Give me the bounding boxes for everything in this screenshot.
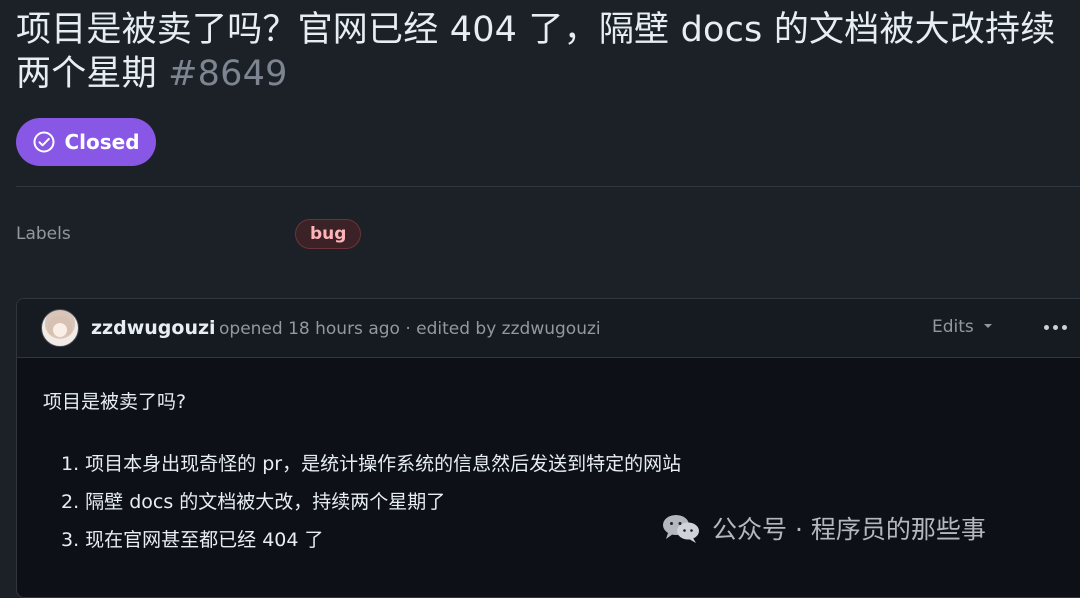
check-circle-icon [32, 130, 56, 154]
issue-number: #8649 [168, 54, 288, 94]
status-badge-label: Closed [64, 130, 140, 154]
more-dot-icon [1061, 324, 1067, 330]
watermark: 公众号 · 程序员的那些事 [660, 510, 986, 546]
comment-body-text: 项目是被卖了吗? [43, 391, 187, 413]
edits-menu-button[interactable]: Edits [932, 317, 994, 337]
list-item: 1. 项目本身出现奇怪的 pr，是统计操作系统的信息然后发送到特定的网站 [61, 453, 682, 475]
issue-comment: zzdwugouzi opened 18 hours ago · edited … [16, 298, 1080, 598]
more-options-button[interactable] [1039, 315, 1071, 339]
comment-author[interactable]: zzdwugouzi [91, 317, 216, 339]
comment-header: zzdwugouzi opened 18 hours ago · edited … [17, 299, 1080, 358]
list-item: 3. 现在官网甚至都已经 404 了 [61, 529, 324, 551]
comment-meta: opened 18 hours ago · edited by zzdwugou… [219, 319, 601, 339]
wechat-icon [660, 512, 702, 544]
watermark-text: 公众号 · 程序员的那些事 [712, 515, 986, 544]
avatar[interactable] [41, 309, 79, 347]
labels-heading: Labels [16, 224, 71, 244]
section-divider [16, 186, 1080, 187]
edits-label: Edits [932, 317, 974, 337]
issue-title: 项目是被卖了吗？官网已经 404 了，隔壁 docs 的文档被大改持续两个星期 … [16, 8, 1066, 96]
list-item: 2. 隔壁 docs 的文档被大改，持续两个星期了 [61, 491, 446, 513]
avatar-face [53, 323, 67, 337]
chevron-down-icon [982, 317, 994, 337]
status-badge: Closed [16, 118, 156, 166]
comment-ordered-list: 1. 项目本身出现奇怪的 pr，是统计操作系统的信息然后发送到特定的网站 2. … [61, 445, 681, 559]
more-dot-icon [1043, 324, 1049, 330]
more-dot-icon [1052, 324, 1058, 330]
label-bug[interactable]: bug [295, 219, 362, 249]
